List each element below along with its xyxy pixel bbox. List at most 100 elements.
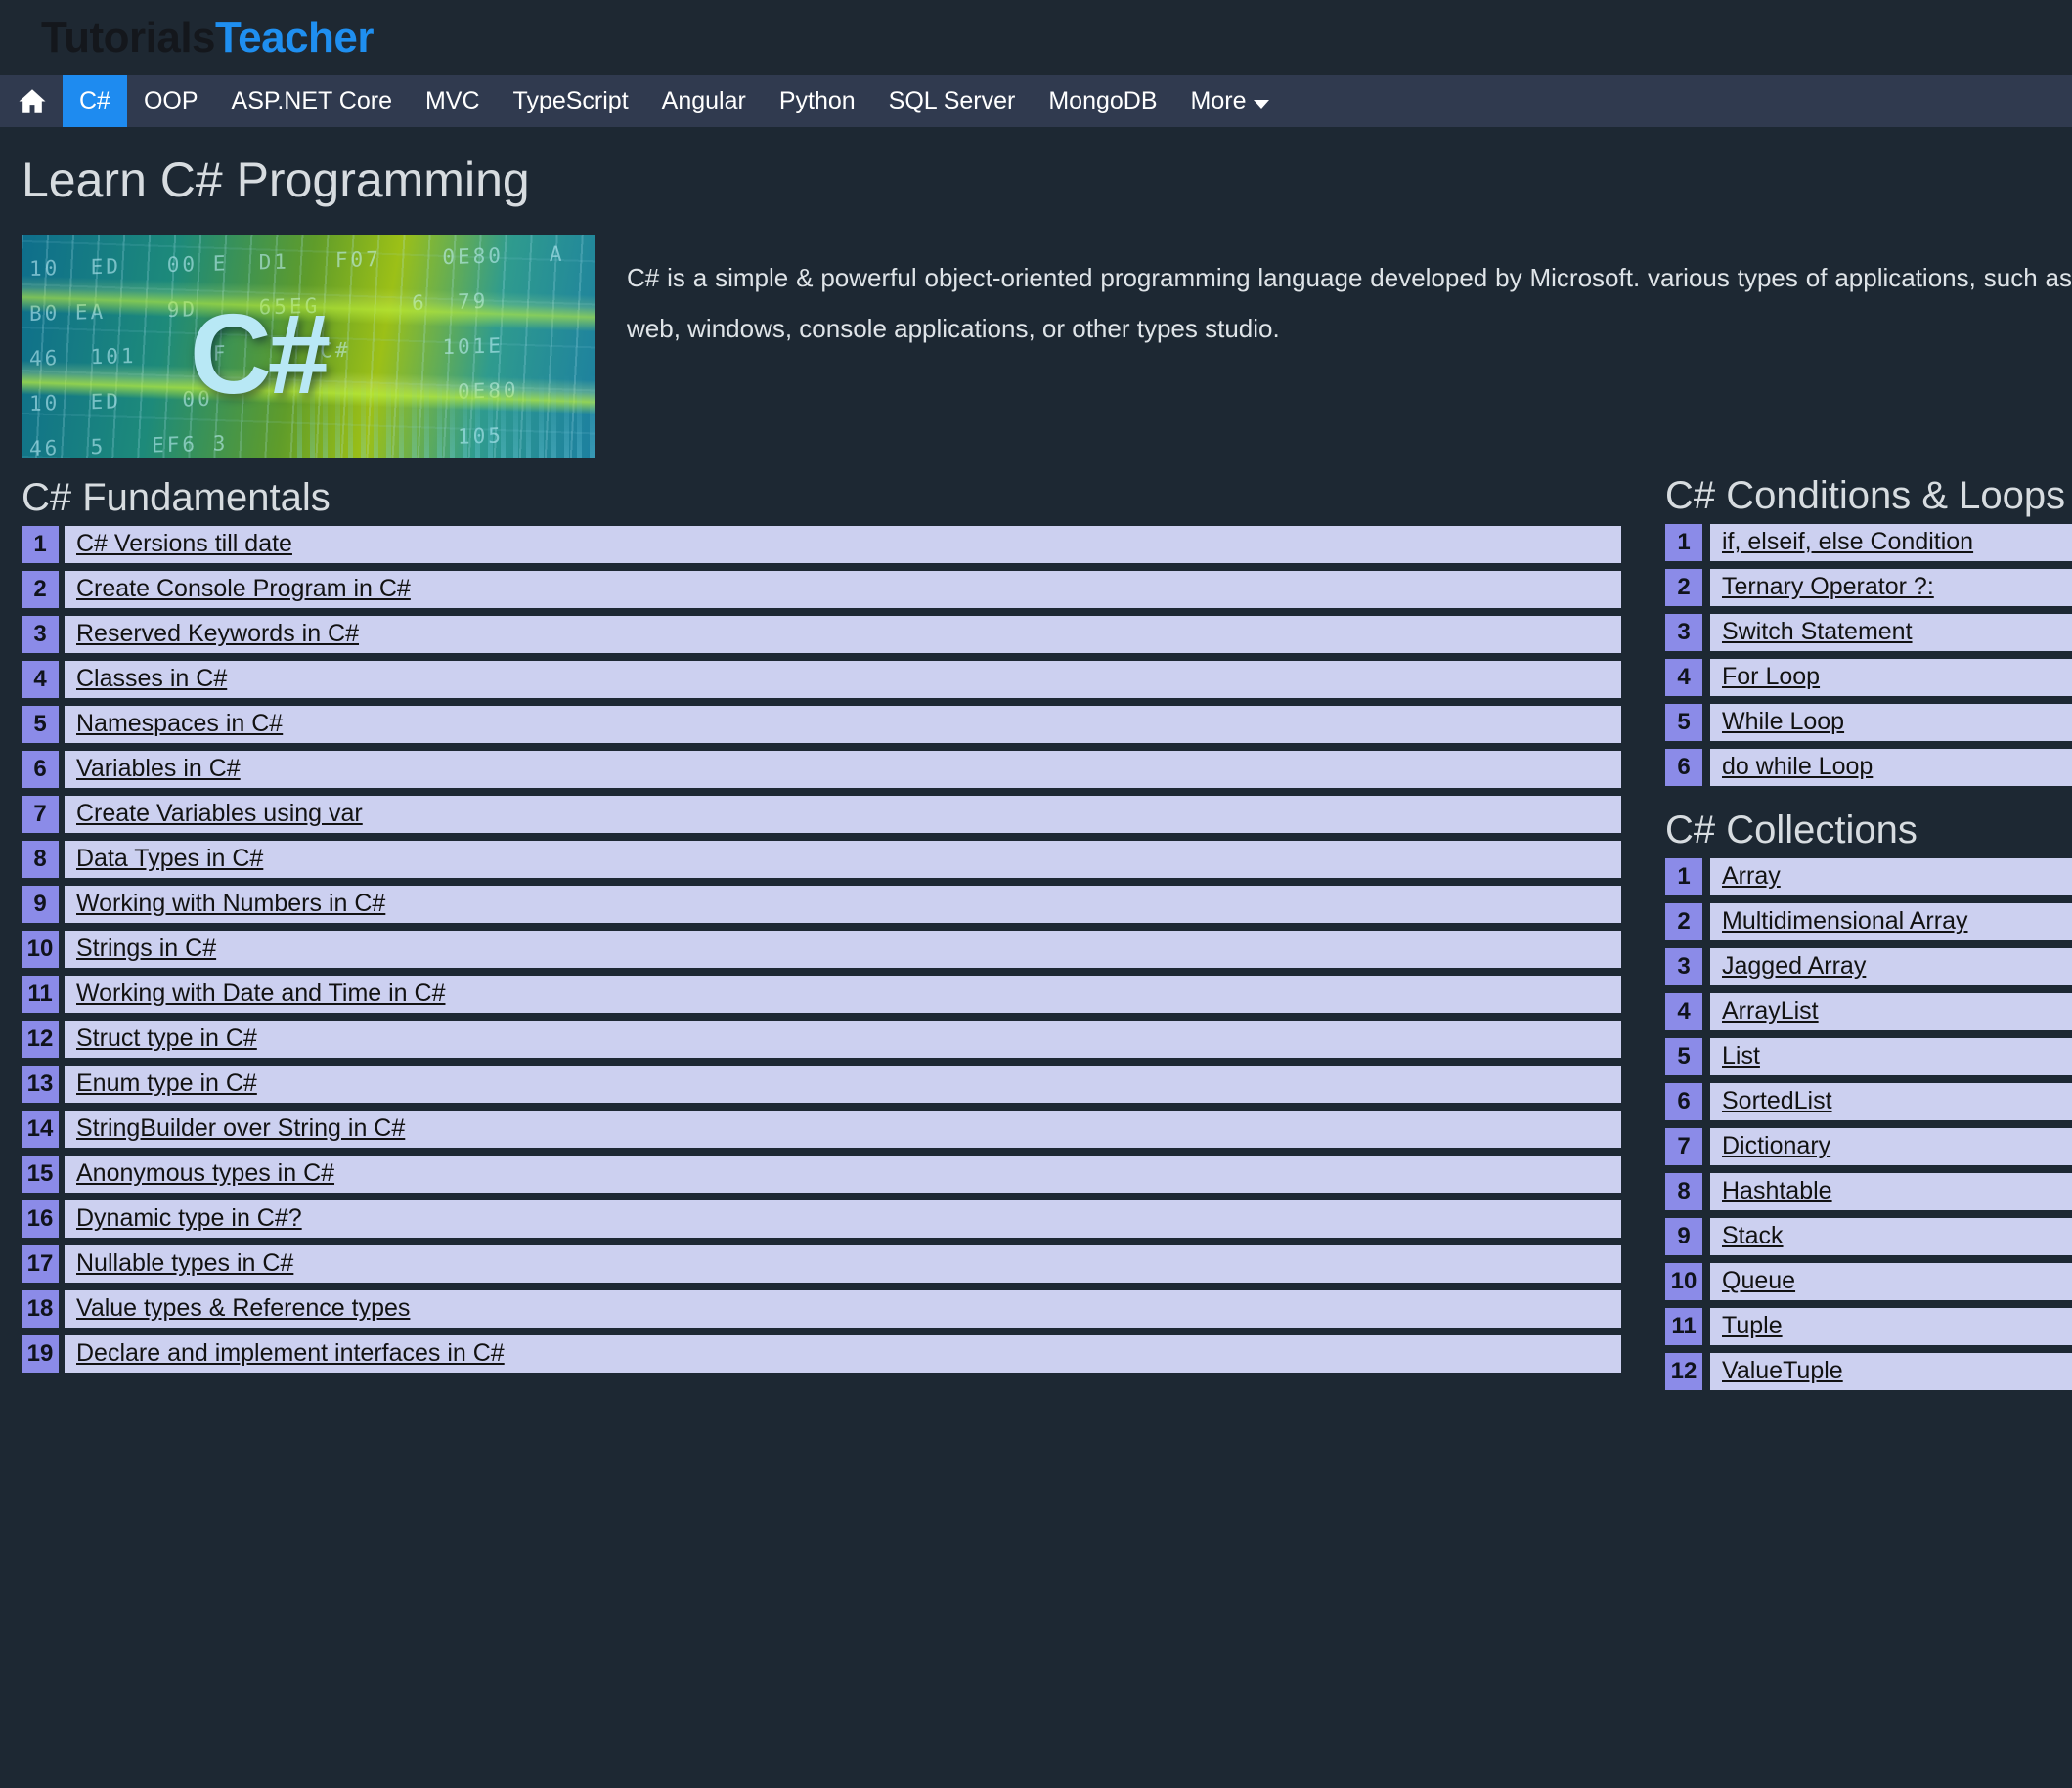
topic-link[interactable]: if, elseif, else Condition <box>1722 529 1973 556</box>
nav-item-asp-net-core[interactable]: ASP.NET Core <box>215 75 409 127</box>
list-item-body[interactable]: For Loop <box>1710 659 2072 696</box>
list-item-body[interactable]: Variables in C# <box>65 751 1621 788</box>
list-item[interactable]: 2Create Console Program in C# <box>22 571 1621 608</box>
topic-link[interactable]: Hashtable <box>1722 1178 1832 1205</box>
topic-link[interactable]: Dictionary <box>1722 1133 1830 1160</box>
topic-link[interactable]: Enum type in C# <box>76 1070 257 1098</box>
nav-item-typescript[interactable]: TypeScript <box>497 75 645 127</box>
list-item[interactable]: 12Struct type in C# <box>22 1021 1621 1058</box>
list-item-body[interactable]: StringBuilder over String in C# <box>65 1111 1621 1148</box>
list-item-body[interactable]: Tuple <box>1710 1308 2072 1345</box>
list-item[interactable]: 1C# Versions till date <box>22 526 1621 563</box>
topic-link[interactable]: Data Types in C# <box>76 846 263 873</box>
topic-link[interactable]: Reserved Keywords in C# <box>76 621 359 648</box>
topic-link[interactable]: SortedList <box>1722 1088 1832 1115</box>
list-item-body[interactable]: Queue <box>1710 1263 2072 1300</box>
topic-link[interactable]: StringBuilder over String in C# <box>76 1115 405 1143</box>
list-item-body[interactable]: Reserved Keywords in C# <box>65 616 1621 653</box>
topic-link[interactable]: While Loop <box>1722 709 1844 736</box>
list-item[interactable]: 4Classes in C# <box>22 661 1621 698</box>
nav-item-python[interactable]: Python <box>763 75 872 127</box>
list-item[interactable]: 14StringBuilder over String in C# <box>22 1111 1621 1148</box>
list-item-body[interactable]: Nullable types in C# <box>65 1245 1621 1283</box>
topic-link[interactable]: Classes in C# <box>76 666 227 693</box>
list-item-body[interactable]: C# Versions till date <box>65 526 1621 563</box>
list-item-body[interactable]: Dynamic type in C#? <box>65 1200 1621 1238</box>
list-item[interactable]: 11Tuple <box>1665 1308 2072 1345</box>
list-item-body[interactable]: Dictionary <box>1710 1128 2072 1165</box>
list-item[interactable]: 3Switch Statement <box>1665 614 2072 651</box>
topic-link[interactable]: Working with Date and Time in C# <box>76 981 445 1008</box>
nav-item-mvc[interactable]: MVC <box>409 75 497 127</box>
topic-link[interactable]: Tuple <box>1722 1313 1783 1340</box>
list-item-body[interactable]: ArrayList <box>1710 993 2072 1030</box>
list-item[interactable]: 7Dictionary <box>1665 1128 2072 1165</box>
topic-link[interactable]: Value types & Reference types <box>76 1295 410 1323</box>
topic-link[interactable]: Namespaces in C# <box>76 711 283 738</box>
topic-link[interactable]: Struct type in C# <box>76 1025 257 1053</box>
topic-link[interactable]: Jagged Array <box>1722 953 1866 981</box>
list-item[interactable]: 7Create Variables using var <box>22 796 1621 833</box>
topic-link[interactable]: Variables in C# <box>76 756 241 783</box>
list-item[interactable]: 10Strings in C# <box>22 931 1621 968</box>
list-item-body[interactable]: Declare and implement interfaces in C# <box>65 1335 1621 1373</box>
list-item[interactable]: 5Namespaces in C# <box>22 706 1621 743</box>
list-item[interactable]: 6SortedList <box>1665 1083 2072 1120</box>
list-item-body[interactable]: Enum type in C# <box>65 1066 1621 1103</box>
nav-item-sql-server[interactable]: SQL Server <box>872 75 1033 127</box>
site-logo[interactable]: TutorialsTeacher <box>41 17 374 60</box>
list-item[interactable]: 6Variables in C# <box>22 751 1621 788</box>
list-item[interactable]: 12ValueTuple <box>1665 1353 2072 1390</box>
list-item-body[interactable]: Jagged Array <box>1710 948 2072 985</box>
topic-link[interactable]: Create Console Program in C# <box>76 576 411 603</box>
list-item-body[interactable]: Working with Date and Time in C# <box>65 976 1621 1013</box>
topic-link[interactable]: do while Loop <box>1722 754 1873 781</box>
list-item[interactable]: 5While Loop <box>1665 704 2072 741</box>
list-item[interactable]: 4For Loop <box>1665 659 2072 696</box>
list-item-body[interactable]: List <box>1710 1038 2072 1075</box>
nav-home-button[interactable] <box>0 75 63 127</box>
list-item[interactable]: 9Working with Numbers in C# <box>22 886 1621 923</box>
list-item[interactable]: 13Enum type in C# <box>22 1066 1621 1103</box>
list-item[interactable]: 15Anonymous types in C# <box>22 1156 1621 1193</box>
list-item-body[interactable]: Stack <box>1710 1218 2072 1255</box>
list-item-body[interactable]: Array <box>1710 858 2072 895</box>
list-item[interactable]: 8Hashtable <box>1665 1173 2072 1210</box>
nav-item-mongodb[interactable]: MongoDB <box>1032 75 1173 127</box>
list-item[interactable]: 2Multidimensional Array <box>1665 903 2072 940</box>
topic-link[interactable]: Stack <box>1722 1223 1784 1250</box>
topic-link[interactable]: Switch Statement <box>1722 619 1913 646</box>
list-item-body[interactable]: Classes in C# <box>65 661 1621 698</box>
list-item[interactable]: 17Nullable types in C# <box>22 1245 1621 1283</box>
nav-item-more[interactable]: More <box>1174 75 1286 127</box>
list-item-body[interactable]: do while Loop <box>1710 749 2072 786</box>
list-item[interactable]: 19Declare and implement interfaces in C# <box>22 1335 1621 1373</box>
topic-link[interactable]: Create Variables using var <box>76 801 363 828</box>
list-item[interactable]: 8Data Types in C# <box>22 841 1621 878</box>
list-item-body[interactable]: ValueTuple <box>1710 1353 2072 1390</box>
topic-link[interactable]: Queue <box>1722 1268 1795 1295</box>
list-item[interactable]: 2Ternary Operator ?: <box>1665 569 2072 606</box>
topic-link[interactable]: Nullable types in C# <box>76 1250 293 1278</box>
list-item-body[interactable]: Create Variables using var <box>65 796 1621 833</box>
topic-link[interactable]: For Loop <box>1722 664 1820 691</box>
topic-link[interactable]: Anonymous types in C# <box>76 1160 334 1188</box>
list-item[interactable]: 1if, elseif, else Condition <box>1665 524 2072 561</box>
topic-link[interactable]: Declare and implement interfaces in C# <box>76 1340 505 1368</box>
list-item-body[interactable]: Ternary Operator ?: <box>1710 569 2072 606</box>
list-item[interactable]: 16Dynamic type in C#? <box>22 1200 1621 1238</box>
list-item[interactable]: 4ArrayList <box>1665 993 2072 1030</box>
list-item-body[interactable]: Switch Statement <box>1710 614 2072 651</box>
list-item-body[interactable]: Struct type in C# <box>65 1021 1621 1058</box>
topic-link[interactable]: Dynamic type in C#? <box>76 1205 302 1233</box>
topic-link[interactable]: Ternary Operator ?: <box>1722 574 1934 601</box>
nav-item-oop[interactable]: OOP <box>127 75 215 127</box>
nav-item-angular[interactable]: Angular <box>645 75 763 127</box>
list-item[interactable]: 3Jagged Array <box>1665 948 2072 985</box>
topic-link[interactable]: C# Versions till date <box>76 531 292 558</box>
list-item[interactable]: 9Stack <box>1665 1218 2072 1255</box>
list-item-body[interactable]: if, elseif, else Condition <box>1710 524 2072 561</box>
list-item[interactable]: 10Queue <box>1665 1263 2072 1300</box>
list-item-body[interactable]: Namespaces in C# <box>65 706 1621 743</box>
nav-item-c[interactable]: C# <box>63 75 127 127</box>
